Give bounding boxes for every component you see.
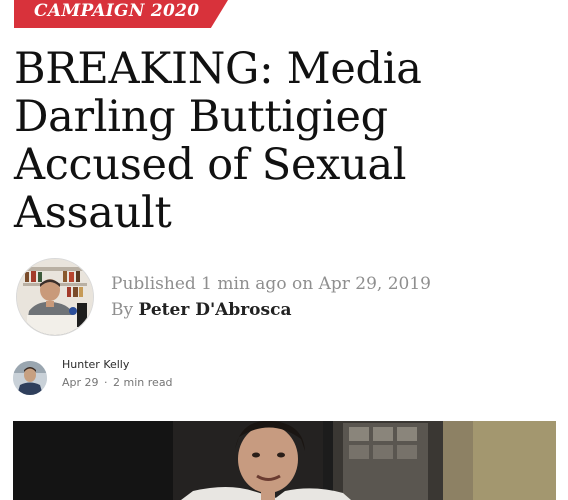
poster-name[interactable]: Hunter Kelly [62, 358, 129, 371]
hero-photo-scene [13, 421, 556, 500]
author-name-link[interactable]: Peter D'Abrosca [139, 300, 292, 320]
by-line: By Peter D'Abrosca [111, 298, 431, 322]
post-meta: Apr 29 · 2 min read [62, 376, 173, 389]
published-line: Published 1 min ago on Apr 29, 2019 [111, 272, 431, 296]
by-prefix: By [111, 300, 134, 320]
published-date: Apr 29, 2019 [318, 274, 431, 294]
category-tag[interactable]: CAMPAIGN 2020 [14, 0, 228, 28]
article-byline: Published 1 min ago on Apr 29, 2019 By P… [111, 272, 431, 322]
article-page: CAMPAIGN 2020 BREAKING: Media Darling Bu… [0, 0, 568, 500]
poster-avatar[interactable] [13, 361, 47, 395]
post-meta-separator: · [104, 376, 108, 389]
published-relative: 1 min ago [201, 274, 287, 294]
published-on-word: on [291, 274, 314, 294]
poster-photo [13, 361, 47, 395]
post-read-time: 2 min read [113, 376, 173, 389]
post-date: Apr 29 [62, 376, 99, 389]
category-label: CAMPAIGN 2020 [34, 1, 200, 21]
author-avatar[interactable] [16, 258, 94, 336]
published-prefix: Published [111, 274, 196, 294]
hero-image [13, 421, 556, 500]
article-headline: BREAKING: Media Darling Buttigieg Accuse… [14, 44, 422, 238]
author-photo [17, 259, 93, 335]
